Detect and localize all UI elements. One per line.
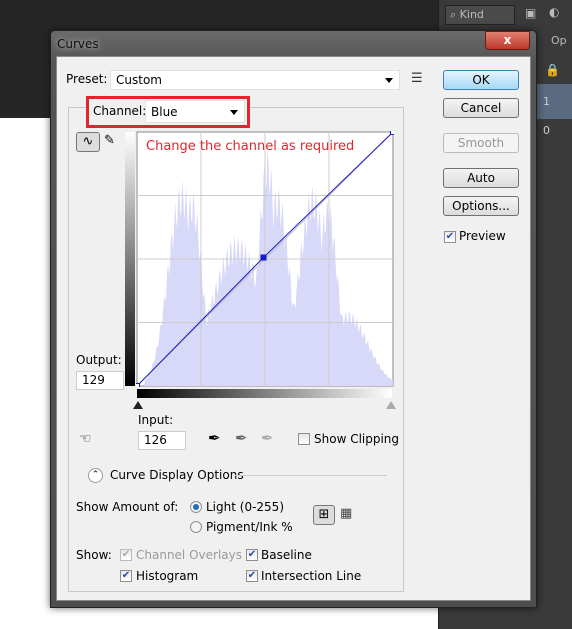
channel-value: Blue [151,105,178,119]
smooth-button[interactable]: Smooth [443,133,519,153]
dialog-title: Curves [57,37,99,51]
adjustment-filter-icon[interactable]: ◐ [549,5,559,19]
show-amount-label: Show Amount of: [76,500,179,514]
options-button[interactable]: Options... [443,196,519,216]
curve-point [136,383,140,387]
curve-point [260,254,267,261]
black-eyedropper-icon[interactable]: ✒ [208,429,221,447]
intersection-line-checkbox[interactable]: ✔ [246,570,258,582]
gray-eyedropper-icon[interactable]: ✒ [235,429,248,447]
ok-button[interactable]: OK [443,70,519,90]
preset-value: Custom [116,73,162,87]
collapse-chevron-icon[interactable]: ⌃ [88,468,103,483]
pigment-label: Pigment/Ink % [206,520,293,534]
input-label: Input: [138,413,174,427]
curve-edit-tool-icon[interactable]: ∿ [76,132,100,152]
histogram-checkbox[interactable]: ✔ [120,570,132,582]
input-field[interactable]: 126 [138,431,186,450]
show-label: Show: [76,548,112,562]
curve-point [390,131,394,135]
intersection-line-label: Intersection Line [261,569,362,583]
channel-label: Channel: [93,104,147,118]
pigment-radio[interactable] [190,521,202,533]
close-button[interactable]: x [485,31,530,50]
chevron-down-icon [230,110,238,115]
layer-row-2: 0 [543,124,550,137]
curve-graph[interactable] [136,131,394,387]
preview-label: Preview [459,229,506,243]
channel-overlays-checkbox[interactable]: ✔ [120,549,132,561]
cancel-button[interactable]: Cancel [443,98,519,118]
white-point-slider[interactable] [386,401,396,409]
detailed-grid-icon[interactable]: ▦ [340,506,352,521]
kind-label: Kind [459,8,484,21]
channel-overlays-label: Channel Overlays [136,548,242,562]
pencil-icon[interactable]: ✎ [104,133,115,148]
show-clipping-label: Show Clipping [314,432,400,446]
layer-row-1: 1 [543,95,550,108]
output-label: Output: [76,353,122,367]
auto-button[interactable]: Auto [443,168,519,188]
light-radio[interactable] [190,501,202,513]
baseline-checkbox[interactable]: ✔ [246,549,258,561]
curve-display-options-label: Curve Display Options [110,468,244,482]
preview-checkbox[interactable]: ✔ [444,231,456,243]
output-field[interactable]: 129 [76,371,124,390]
kind-filter[interactable]: ⌕ Kind [445,5,515,25]
divider [234,475,387,476]
white-eyedropper-icon[interactable]: ✒ [261,429,274,447]
preset-label: Preset: [66,72,108,86]
output-gradient-bar [125,132,135,386]
annotation-text: Change the channel as required [146,139,355,154]
preset-options-icon[interactable]: ☰ [411,71,423,86]
show-clipping-checkbox[interactable] [298,433,310,445]
channel-dropdown[interactable]: Blue [145,100,245,123]
simple-grid-icon[interactable]: ⊞ [313,505,335,525]
histogram-label: Histogram [136,569,199,583]
chevron-down-icon [385,78,393,83]
targeted-adjustment-hand-icon[interactable]: ☜ [79,431,92,447]
lock-icon[interactable]: 🔒 [545,63,560,77]
image-filter-icon[interactable]: ▣ [525,6,536,20]
opacity-label: Op [551,34,567,47]
black-point-slider[interactable] [133,401,143,409]
preset-dropdown[interactable]: Custom [110,70,400,90]
input-gradient-bar [137,389,392,398]
light-label: Light (0-255) [206,500,284,514]
baseline-label: Baseline [261,548,312,562]
